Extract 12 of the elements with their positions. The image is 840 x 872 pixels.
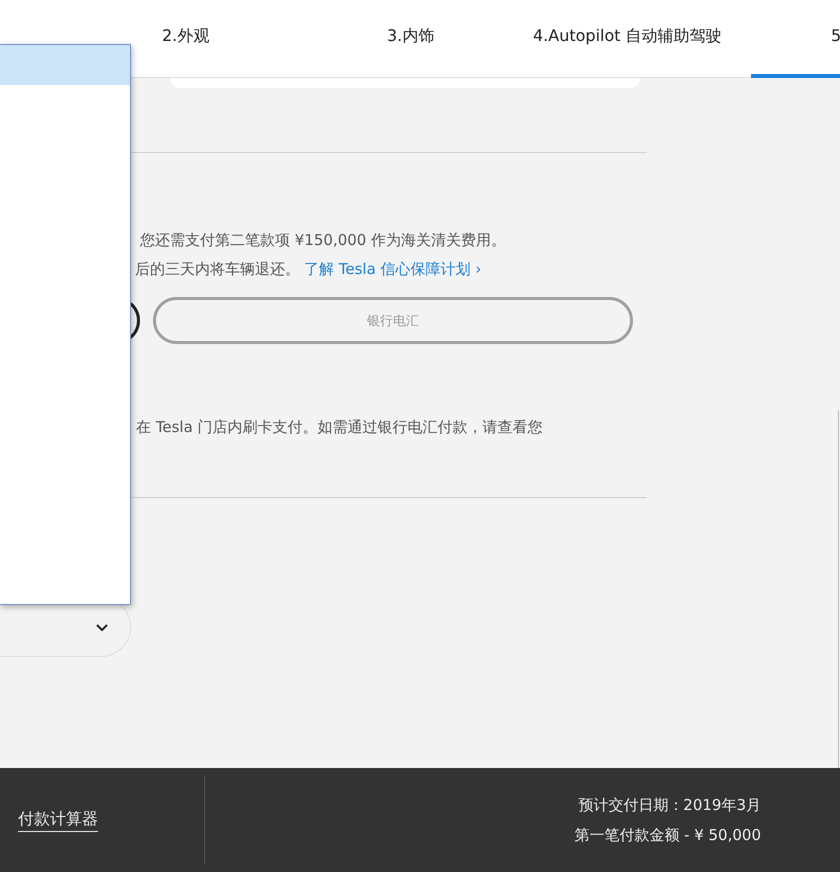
card-payment-note: 在 Tesla 门店内刷卡支付。如需通过银行电汇付款，请查看您 <box>136 418 544 437</box>
first-payment-amount: 第一笔付款金额 - ¥ 50,000 <box>574 825 761 846</box>
step-tab[interactable]: 2.外观 <box>162 0 387 78</box>
payment-calculator-link[interactable]: 付款计算器 <box>18 808 98 832</box>
return-text: 后的三天内将车辆退还。 <box>135 260 300 278</box>
step-tab[interactable]: 3.内饰 <box>387 0 533 78</box>
payment-notice: 您还需支付第二笔款项 ¥150,000 作为海关清关费用。 <box>140 231 508 250</box>
step-tab[interactable]: 4.Autopilot 自动辅助驾驶 <box>533 0 751 78</box>
dropdown-item[interactable] <box>0 45 130 85</box>
delivery-date: 预计交付日期：2019年3月 <box>577 795 761 816</box>
guarantee-link[interactable]: 了解 Tesla 信心保障计划 › <box>304 260 482 278</box>
chevron-down-icon <box>96 624 108 632</box>
